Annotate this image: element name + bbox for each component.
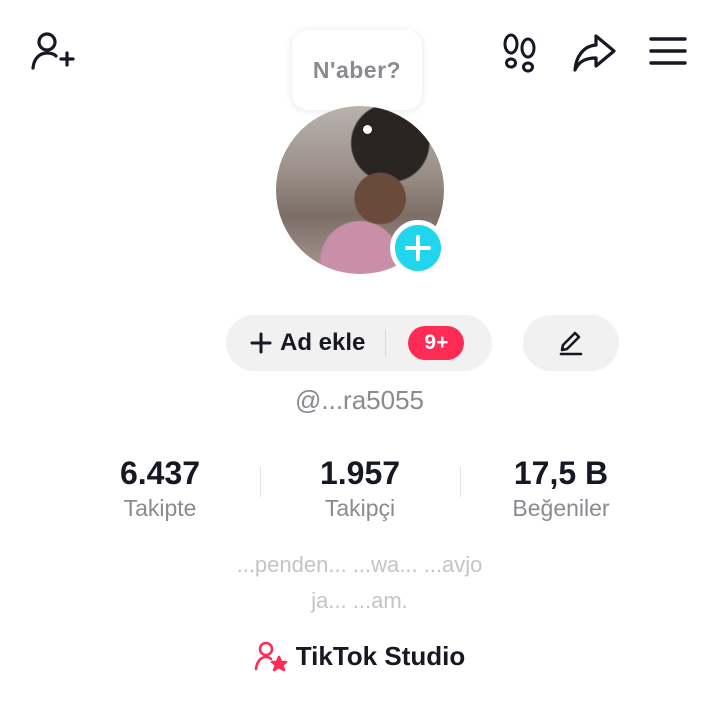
bio-line-2: ja... ...am. [311, 588, 408, 613]
footprints-icon [503, 33, 536, 73]
note-bubble[interactable]: N'aber? [292, 30, 422, 110]
pill-divider [385, 330, 387, 356]
bio-line-1: ...penden... ...wa... ...avjo [236, 552, 483, 577]
add-friend-button[interactable] [28, 28, 76, 76]
stat-followers-value: 1.957 [319, 455, 401, 491]
stat-following-value: 6.437 [119, 455, 201, 491]
stat-likes-label: Beğeniler [512, 495, 610, 521]
add-photo-button[interactable] [390, 220, 446, 276]
add-name-button[interactable]: Ad ekle 9+ [226, 315, 492, 371]
plus-small-icon [250, 332, 272, 354]
stat-likes[interactable]: 17,5 B Beğeniler [461, 455, 661, 523]
studio-person-star-icon [254, 641, 288, 672]
note-bubble-dot [363, 125, 372, 134]
pencil-icon [559, 331, 583, 356]
username: @...ra5055 [294, 385, 425, 415]
notification-badge[interactable]: 9+ [408, 326, 465, 360]
stat-likes-value: 17,5 B [513, 455, 609, 491]
share-button[interactable] [570, 28, 618, 76]
hamburger-menu-icon [649, 37, 687, 65]
stat-followers-label: Takipçi [324, 495, 396, 521]
note-text: N'aber? [312, 56, 402, 83]
person-plus-icon [31, 32, 75, 70]
add-name-label: Ad ekle [280, 329, 366, 356]
stat-following[interactable]: 6.437 Takipte [60, 455, 260, 523]
menu-button[interactable] [644, 28, 692, 76]
stat-followers[interactable]: 1.957 Takipçi [260, 455, 460, 523]
edit-profile-button[interactable] [523, 315, 619, 371]
share-arrow-icon [573, 34, 616, 72]
tiktok-studio-label: TikTok Studio [295, 640, 466, 671]
plus-icon [405, 235, 431, 261]
stat-following-label: Takipte [123, 495, 197, 521]
profile-views-button[interactable] [496, 28, 544, 76]
tiktok-studio-link[interactable]: TikTok Studio [0, 640, 719, 672]
